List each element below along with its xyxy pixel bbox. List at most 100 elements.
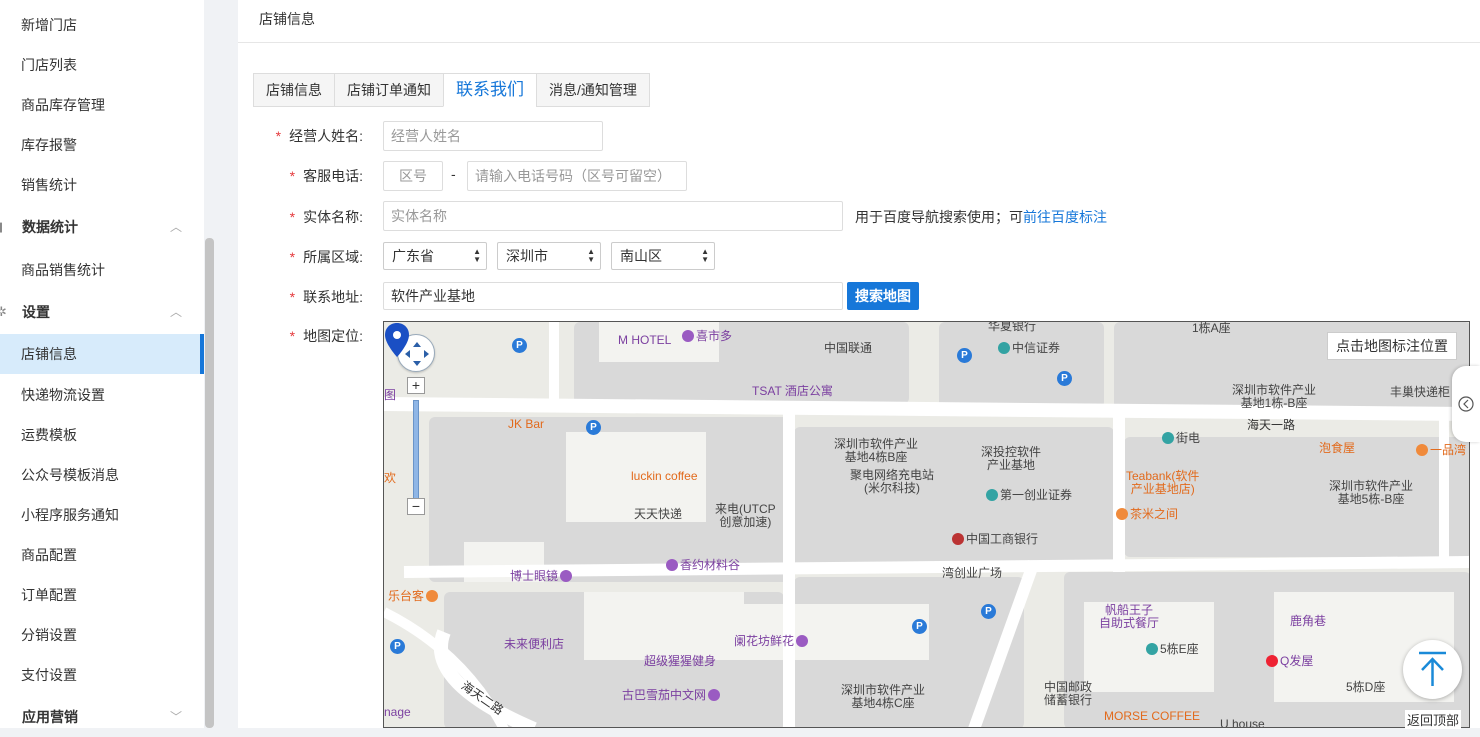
- building-icon: [1146, 643, 1158, 655]
- map-label-tsat: TSAT 酒店公寓: [752, 384, 833, 398]
- finance-icon: [986, 489, 998, 501]
- sidebar-group-label: 设置: [22, 304, 50, 320]
- map-label: * 地图定位:: [289, 328, 363, 344]
- location-pin-icon[interactable]: [384, 322, 410, 358]
- sidebar-item-wechat-template[interactable]: 公众号模板消息: [0, 455, 204, 495]
- chevron-up-icon: ︿: [169, 220, 182, 234]
- map-label-wanchuangye: 湾创业广场: [942, 566, 1003, 580]
- sidebar-item-store-list[interactable]: 门店列表: [0, 45, 204, 85]
- sidebar-group-settings[interactable]: ✲ 设置 ︿: [0, 292, 204, 332]
- map-label-qfawu: Q发屋: [1264, 655, 1313, 668]
- entity-name-input[interactable]: 实体名称: [383, 201, 843, 231]
- sidebar-item-inventory[interactable]: 商品库存管理: [0, 85, 204, 125]
- map-label-tiantian: 天天快递: [634, 507, 683, 521]
- sidebar-group-marketing[interactable]: 应用营销 ﹀: [0, 697, 204, 737]
- finance-icon: [998, 342, 1010, 354]
- sidebar-item-store-info[interactable]: 店铺信息: [0, 334, 204, 374]
- baidu-mark-link[interactable]: 前往百度标注: [1023, 209, 1107, 225]
- sidebar-group-stats[interactable]: ▮ 数据统计 ︿: [0, 207, 204, 247]
- map-view[interactable]: + − 点击地图标注位置 P P P P P P P M HOTEL 喜市多 中…: [383, 321, 1470, 728]
- tab-order-notify[interactable]: 店铺订单通知: [334, 73, 443, 107]
- shop-icon: [560, 570, 573, 582]
- tab-message-manage[interactable]: 消息/通知管理: [536, 73, 650, 107]
- district-select[interactable]: 南山区 ▲ ▼: [611, 242, 715, 270]
- sidebar-scrollbar[interactable]: [205, 238, 214, 728]
- city-select[interactable]: 深圳市 ▲ ▼: [497, 242, 601, 270]
- map-label-luckin: luckin coffee: [631, 469, 698, 483]
- operator-name-input[interactable]: 经营人姓名: [383, 121, 603, 151]
- phone-dash: -: [451, 166, 456, 182]
- map-label-chaoji: 超级猩猩健身: [644, 654, 717, 668]
- map-label-m-hotel: M HOTEL: [618, 333, 672, 347]
- back-to-top-label: 返回顶部: [1405, 710, 1462, 729]
- map-label-youzheng: 中国邮政 储蓄银行: [1044, 680, 1093, 707]
- parking-icon: P: [512, 338, 527, 353]
- back-to-top-button[interactable]: [1403, 640, 1462, 699]
- parking-icon: P: [912, 619, 927, 634]
- map-label-huaxia: 华夏银行: [988, 321, 1037, 333]
- search-map-button[interactable]: 搜索地图: [847, 282, 919, 310]
- sidebar-item-logistics[interactable]: 快递物流设置: [0, 375, 204, 415]
- zoom-in-button[interactable]: +: [407, 377, 425, 394]
- map-label-b1a: 1栋A座: [1192, 321, 1231, 335]
- map-label-guba: 古巴雪茄中文网: [622, 689, 722, 702]
- map-label-chami: 茶米之间: [1114, 508, 1178, 521]
- parking-icon: P: [390, 639, 405, 654]
- tab-store-info[interactable]: 店铺信息: [253, 73, 334, 107]
- map-label-uhouse: U house: [1220, 717, 1265, 728]
- tab-contact-us[interactable]: 联系我们: [443, 73, 536, 107]
- map-label-haitian1: 海天一路: [1247, 418, 1296, 432]
- arrow-up-icon: [1419, 651, 1446, 686]
- entity-label: * 实体名称:: [289, 209, 363, 225]
- map-label-citic-sec: 中信证券: [996, 342, 1060, 355]
- food-icon: [1116, 508, 1128, 520]
- sidebar-item-distribution[interactable]: 分销设置: [0, 615, 204, 655]
- entity-help: 用于百度导航搜索使用；可前往百度标注: [855, 209, 1107, 225]
- tab-bar: 店铺信息 店铺订单通知 联系我们 消息/通知管理: [253, 73, 650, 107]
- map-label-xiangyue: 香约材料谷: [664, 559, 740, 572]
- mcdonalds-icon: [1266, 655, 1278, 667]
- map-label-icbc: 中国工商银行: [950, 533, 1038, 546]
- zoom-out-button[interactable]: −: [407, 498, 425, 515]
- address-input[interactable]: 软件产业基地: [383, 282, 843, 310]
- sidebar-item-sales-stats[interactable]: 销售统计: [0, 165, 204, 205]
- sidebar-item-product-config[interactable]: 商品配置: [0, 535, 204, 575]
- sidebar-item-add-store[interactable]: 新增门店: [0, 5, 204, 45]
- map-label-sw4b: 深圳市软件产业 基地4栋B座: [834, 437, 919, 464]
- map-label-jkbar: JK Bar: [508, 417, 545, 431]
- map-panel-collapse-handle[interactable]: [1452, 366, 1480, 442]
- map-label-sw4c: 深圳市软件产业 基地4栋C座: [841, 683, 926, 710]
- page-title: 店铺信息: [259, 11, 315, 27]
- sidebar-item-product-sales[interactable]: 商品销售统计: [0, 250, 204, 290]
- sidebar-item-miniapp-notify[interactable]: 小程序服务通知: [0, 495, 204, 535]
- map-label-yipin: 一品湾: [1414, 444, 1466, 457]
- map-mark-button[interactable]: 点击地图标注位置: [1327, 332, 1457, 360]
- sidebar-item-order-config[interactable]: 订单配置: [0, 575, 204, 615]
- map-label-tu: 图: [384, 388, 397, 402]
- sidebar-item-payment[interactable]: 支付设置: [0, 655, 204, 695]
- area-code-input[interactable]: 区号: [383, 161, 443, 191]
- map-label-fengchao: 丰巢快递柜: [1390, 385, 1451, 399]
- map-label-b5d: 5栋D座: [1346, 680, 1386, 694]
- map-label-unicom: 中国联通: [824, 341, 873, 355]
- shop-icon: [666, 559, 678, 571]
- zoom-slider[interactable]: [413, 400, 419, 510]
- map-label-bostone: 博士眼镜: [510, 570, 574, 583]
- sidebar: 新增门店 门店列表 商品库存管理 库存报警 销售统计 ▮ 数据统计 ︿ 商品销售…: [0, 0, 204, 728]
- chevron-down-icon: ﹀: [169, 710, 182, 724]
- sidebar-item-shipping-template[interactable]: 运费模板: [0, 415, 204, 455]
- map-label-morse: MORSE COFFEE: [1104, 709, 1201, 723]
- shop-icon: [682, 330, 694, 342]
- operator-label: * 经营人姓名:: [275, 128, 363, 144]
- bank-icon: [952, 533, 964, 545]
- map-label-lanhua: 阑花坊鲜花: [734, 635, 810, 648]
- gear-icon: ✲: [0, 304, 7, 319]
- sidebar-item-stock-alert[interactable]: 库存报警: [0, 125, 204, 165]
- province-select[interactable]: 广东省 ▲ ▼: [383, 242, 487, 270]
- map-label-jiedian: 街电: [1160, 432, 1200, 445]
- address-label: * 联系地址:: [289, 289, 363, 305]
- chart-icon: ▮: [0, 207, 3, 247]
- main-panel: 店铺信息 店铺信息 店铺订单通知 联系我们 消息/通知管理 * 经营人姓名: 经营…: [238, 0, 1480, 729]
- phone-input[interactable]: 请输入电话号码（区号可留空）: [467, 161, 687, 191]
- shop-icon: [708, 689, 721, 701]
